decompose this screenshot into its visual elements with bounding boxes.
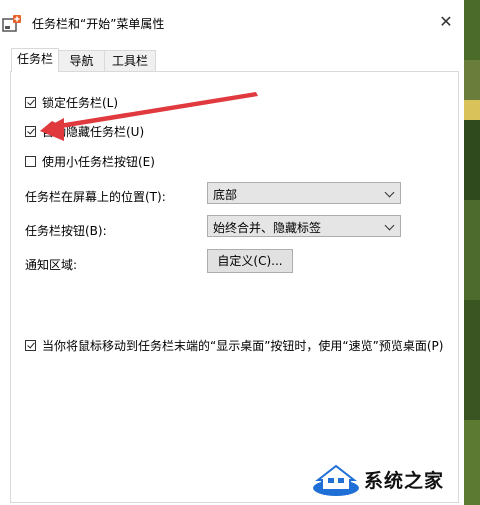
taskbar-buttons-value: 始终合并、隐藏标签 xyxy=(213,221,322,235)
lock-taskbar-label: 锁定任务栏(L) xyxy=(42,95,119,110)
auto-hide-option[interactable]: 自动隐藏任务栏(U) xyxy=(25,123,144,139)
watermark-logo: 系统之家 xyxy=(312,458,470,498)
small-buttons-label: 使用小任务栏按钮(E) xyxy=(42,154,155,169)
close-button[interactable]: ✕ xyxy=(432,10,460,34)
chevron-down-icon xyxy=(384,187,395,198)
position-value: 底部 xyxy=(213,188,238,202)
title-bar: 任务栏和“开始”菜单属性 ✕ xyxy=(0,0,464,44)
lock-taskbar-option[interactable]: 锁定任务栏(L) xyxy=(25,94,118,110)
customize-button[interactable]: 自定义(C)... xyxy=(207,249,293,273)
app-icon xyxy=(2,15,21,32)
position-label: 任务栏在屏幕上的位置(T): xyxy=(25,190,166,204)
chevron-down-icon xyxy=(384,220,395,231)
desktop-background-strip xyxy=(464,0,480,505)
window-title: 任务栏和“开始”菜单属性 xyxy=(32,17,165,31)
notification-area-label: 通知区域: xyxy=(25,258,78,272)
small-buttons-option[interactable]: 使用小任务栏按钮(E) xyxy=(25,153,155,169)
tab-toolbars[interactable]: 工具栏 xyxy=(104,50,156,71)
peek-option[interactable]: 当你将鼠标移动到任务栏末端的“显示桌面”按钮时，使用“速览”预览桌面(P) xyxy=(25,337,443,353)
taskbar-buttons-label: 任务栏按钮(B): xyxy=(25,224,107,238)
taskbar-properties-dialog: 任务栏和“开始”菜单属性 ✕ 任务栏 导航 工具栏 锁定任务栏(L) 自动隐藏任… xyxy=(0,0,464,505)
taskbar-buttons-select[interactable]: 始终合并、隐藏标签 xyxy=(207,215,401,237)
peek-checkbox[interactable] xyxy=(25,339,36,351)
tab-navigation[interactable]: 导航 xyxy=(58,50,105,71)
tab-taskbar[interactable]: 任务栏 xyxy=(11,48,59,72)
watermark-text: 系统之家 xyxy=(364,470,445,492)
auto-hide-label: 自动隐藏任务栏(U) xyxy=(42,124,145,139)
auto-hide-checkbox[interactable] xyxy=(25,125,36,137)
small-buttons-checkbox[interactable] xyxy=(25,155,36,167)
lock-taskbar-checkbox[interactable] xyxy=(25,96,36,108)
position-select[interactable]: 底部 xyxy=(207,182,401,204)
house-logo-icon xyxy=(313,464,359,496)
peek-label: 当你将鼠标移动到任务栏末端的“显示桌面”按钮时，使用“速览”预览桌面(P) xyxy=(42,338,444,353)
